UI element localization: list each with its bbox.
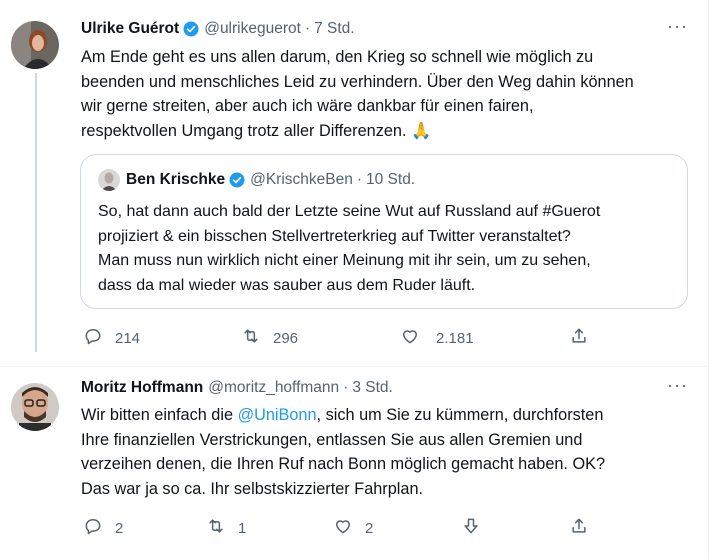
share-icon [569,326,589,351]
tweet-text: Wir bitten einfach die @UniBonn, sich um… [81,403,605,501]
more-icon[interactable]: ··· [667,375,688,396]
reply-button[interactable]: 214 [83,326,140,351]
verified-badge-icon [182,20,200,38]
timeline: Ulrike Guérot @ulrikeguerot · 7 Std. ···… [0,0,709,559]
share-button[interactable] [569,516,589,541]
like-button[interactable]: 2.181 [400,326,474,351]
avatar[interactable] [98,169,120,191]
tweet-text-line: Am Ende geht es uns allen darum, den Kri… [81,48,594,66]
reply-icon [83,516,103,541]
more-icon[interactable]: ··· [667,16,688,37]
tweet-text-line: Wir bitten einfach die @UniBonn, sich um… [81,403,605,428]
quote-text-line: Man muss nun wirklich nicht einer Meinun… [98,252,591,269]
mention-link[interactable]: @UniBonn [238,406,317,424]
tweet-ulrike[interactable]: Ulrike Guérot @ulrikeguerot · 7 Std. ···… [0,0,709,366]
reply-button[interactable]: 2 [83,516,123,541]
timestamp[interactable]: 7 Std. [314,20,355,38]
retweet-count: 296 [273,330,299,347]
author-handle[interactable]: @ulrikeguerot [204,20,301,38]
share-button[interactable] [569,326,589,351]
retweet-button[interactable]: 296 [241,326,298,351]
tweet-text-line: beenden und menschliches Leid zu verhind… [81,72,634,91]
retweet-button[interactable]: 1 [206,516,246,541]
tweet-text-line: verzeihen denen, die Ihren Ruf nach Bonn… [81,455,606,473]
quote-text: So, hat dann auch bald der Letzte seine … [98,200,600,298]
author-handle[interactable]: @moritz_hoffmann [208,379,339,397]
tweet-text-line: Das war ja so ca. Ihr selbstskizzierter … [81,479,424,498]
tweet-header: Moritz Hoffmann @moritz_hoffmann · 3 Std… [81,379,393,397]
quote-text-line: projiziert & ein bisschen Stellvertreter… [98,227,571,245]
downvote-icon [461,516,481,541]
quote-text-line: So, hat dann auch bald der Letzte seine … [98,203,601,220]
thread-line [35,73,37,352]
author-name[interactable]: Ulrike Guérot [81,20,179,38]
share-icon [569,516,589,541]
quote-header: Ben Krischke @KrischkeBen · 10 Std. [126,171,415,189]
heart-icon [400,326,420,351]
like-count: 2.181 [436,330,474,347]
reply-count: 2 [115,520,124,537]
timestamp[interactable]: 3 Std. [352,379,393,397]
downvote-button[interactable] [461,516,481,541]
reply-icon [83,326,103,351]
text-segment: Wir bitten einfach die [81,406,238,424]
avatar[interactable] [11,383,59,431]
header-separator: · [356,171,362,188]
quoted-tweet[interactable]: Ben Krischke @KrischkeBen · 10 Std. So, … [80,154,688,309]
quote-timestamp[interactable]: 10 Std. [366,171,415,189]
quote-text-line: dass da mal wieder was sauber aus dem Ru… [98,276,476,294]
avatar[interactable] [11,21,59,69]
tweet-header: Ulrike Guérot @ulrikeguerot · 7 Std. [81,20,355,38]
tweet-text-line: respektvollen Umgang trotz aller Differe… [81,121,432,140]
heart-icon [333,516,353,541]
quote-author-handle[interactable]: @KrischkeBen [250,171,353,189]
verified-badge-icon [228,171,246,189]
retweet-count: 1 [238,520,247,537]
tweet-moritz[interactable]: Moritz Hoffmann @moritz_hoffmann · 3 Std… [0,367,709,559]
like-button[interactable]: 2 [333,516,373,541]
header-separator: · [343,379,349,396]
retweet-icon [241,326,261,351]
tweet-text-line: wir gerne streiten, aber auch ich wäre d… [81,97,534,115]
retweet-icon [206,516,226,541]
tweet-text: Am Ende geht es uns allen darum, den Kri… [81,45,634,143]
text-segment: , sich um Sie zu kümmern, durchforsten [316,406,604,424]
tweet-text-line: Ihre finanziellen Verstrickungen, entlas… [81,430,583,449]
header-separator: · [304,20,311,37]
quote-author-name[interactable]: Ben Krischke [126,171,225,189]
author-name[interactable]: Moritz Hoffmann [81,379,203,397]
reply-count: 214 [115,330,141,347]
like-count: 2 [365,520,374,537]
